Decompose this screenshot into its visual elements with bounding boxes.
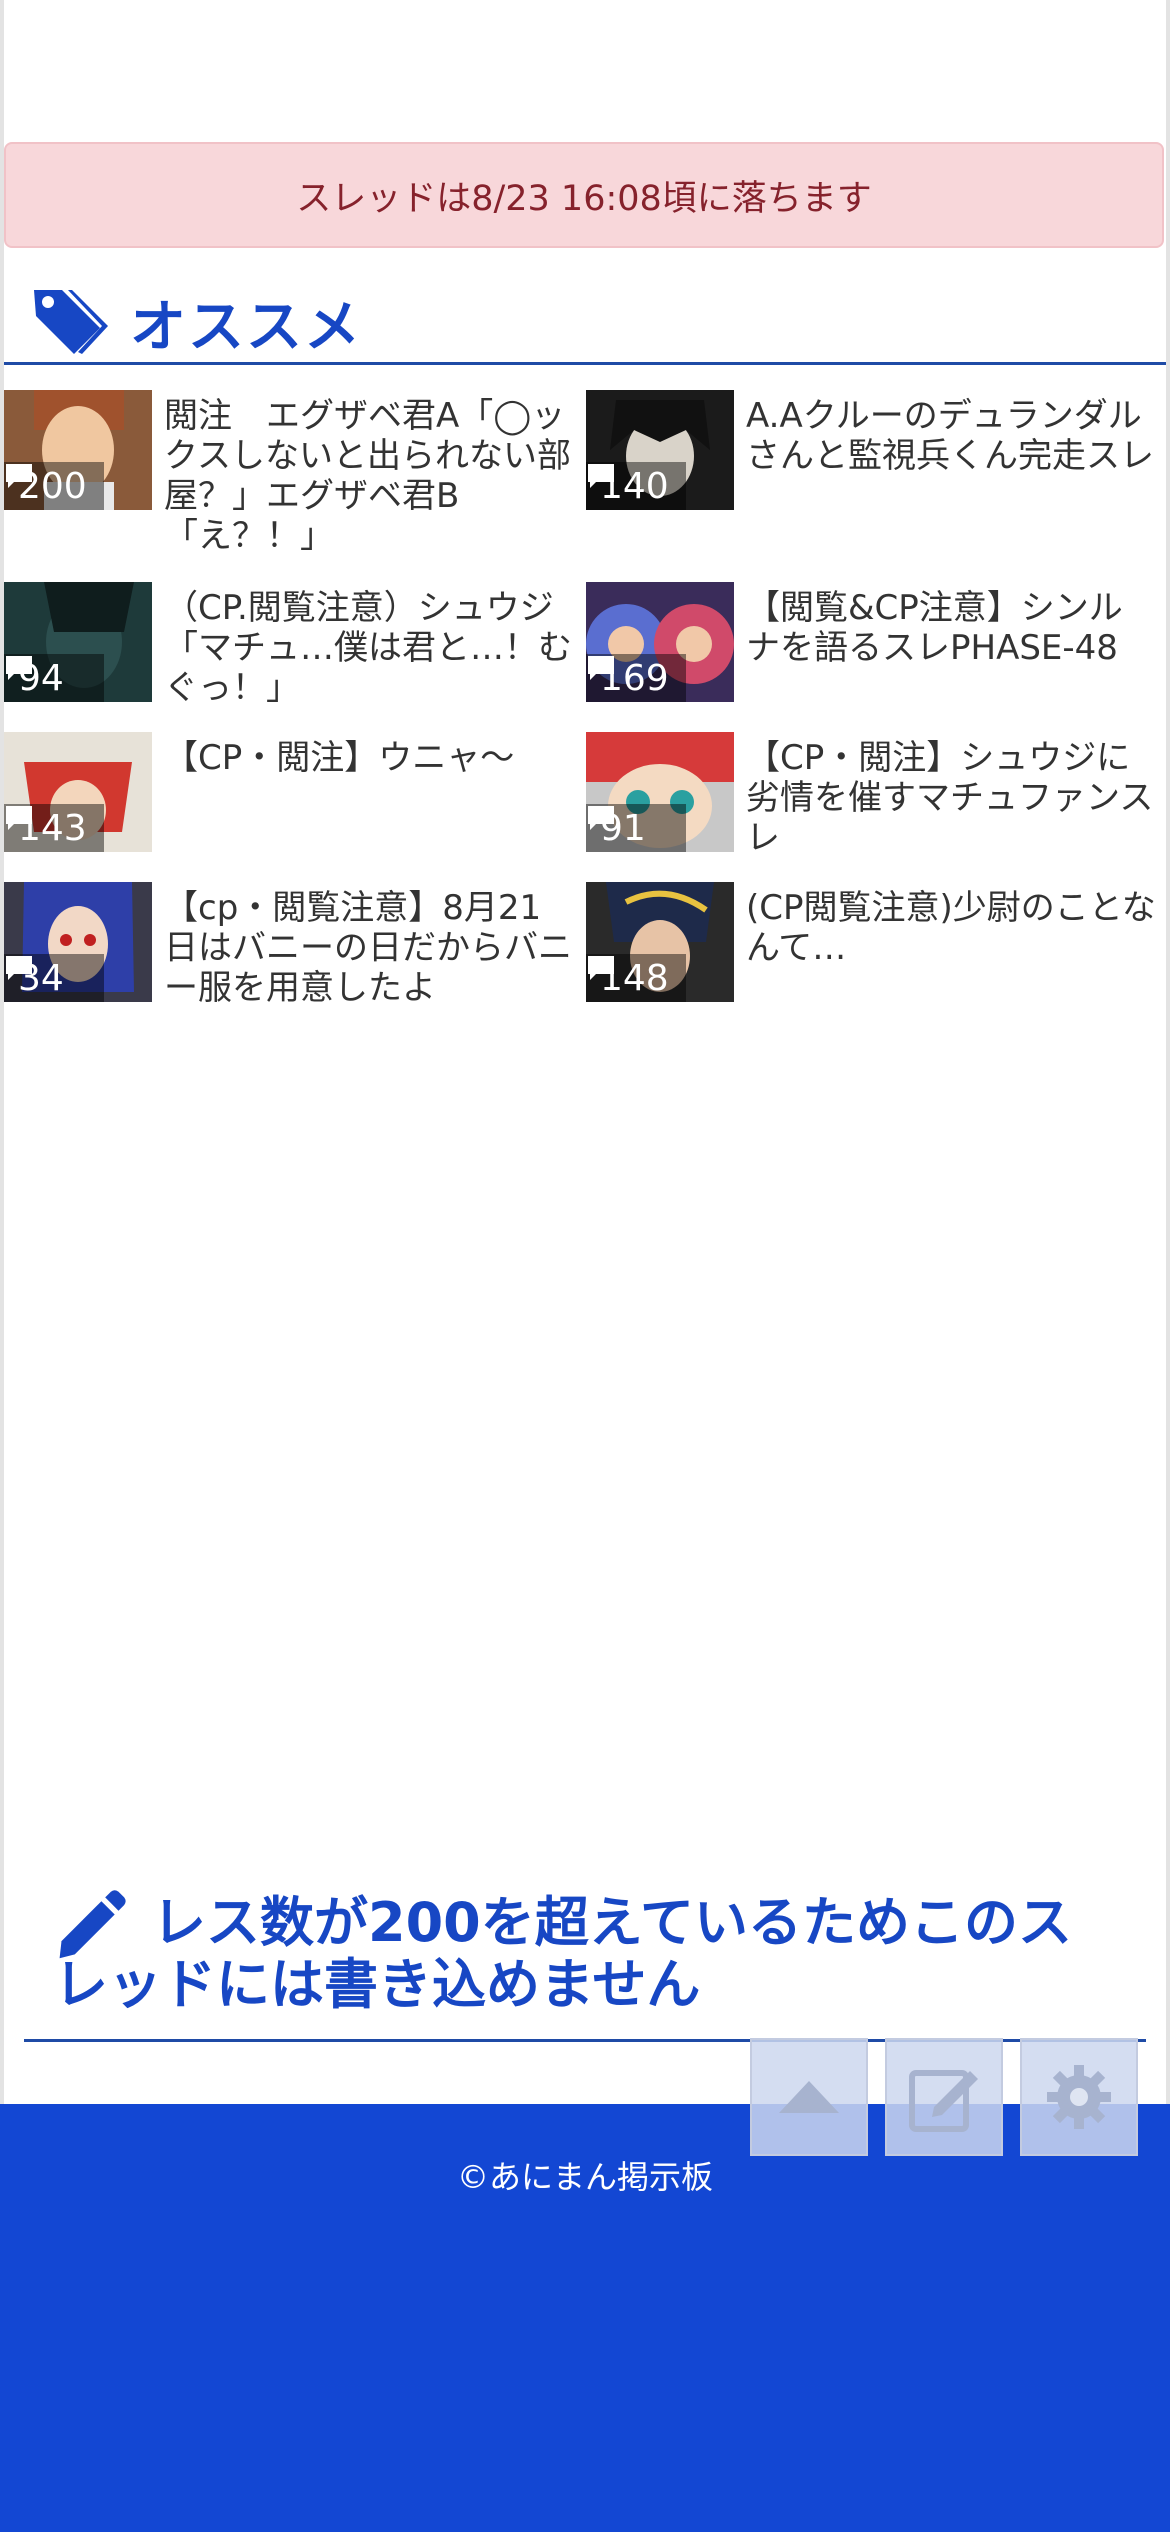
comment-count: 34 [4, 954, 104, 1002]
settings-button[interactable] [1020, 2038, 1138, 2156]
comment-count: 143 [4, 804, 104, 852]
recommend-header: オススメ [4, 282, 1166, 365]
thread-item[interactable]: 148 (CP閲覧注意)少尉のことなんて… [586, 882, 1161, 1002]
thread-thumbnail: 169 [586, 582, 734, 702]
scroll-top-button[interactable] [750, 2038, 868, 2156]
thread-thumbnail: 148 [586, 882, 734, 1002]
thread-thumbnail: 34 [4, 882, 152, 1002]
comment-count: 169 [586, 654, 686, 702]
thread-thumbnail: 91 [586, 732, 734, 852]
thread-expiry-notice: スレッドは8/23 16:08頃に落ちます [4, 142, 1164, 248]
comment-icon [6, 806, 32, 830]
page: スレッドは8/23 16:08頃に落ちます オススメ 200 閲注 エグザベ君A… [0, 0, 1170, 2532]
comment-icon [6, 464, 32, 488]
comment-count: 94 [4, 654, 104, 702]
tag-icon [34, 290, 108, 354]
thread-item[interactable]: 143 【CP・閲注】ウニャ〜 [4, 732, 579, 852]
thread-thumbnail: 94 [4, 582, 152, 702]
write-button[interactable] [885, 2038, 1003, 2156]
thread-item[interactable]: 140 A.Aクルーのデュランダルさんと監視兵くん完走スレ [586, 390, 1161, 510]
thread-item[interactable]: 34 【cp・閲覧注意】8月21日はバニーの日だからバニー服を用意したよ [4, 882, 579, 1008]
comment-count: 140 [586, 462, 686, 510]
gear-icon [1047, 2065, 1111, 2129]
comment-count: 91 [586, 804, 686, 852]
thread-item[interactable]: 169 【閲覧&CP注意】シンルナを語るスレPHASE-48 [586, 582, 1161, 702]
thread-item[interactable]: 94 （CP.閲覧注意）シュウジ「マチュ…僕は君と…！むぐっ！」 [4, 582, 579, 708]
recommend-title: オススメ [130, 294, 362, 360]
thread-title[interactable]: (CP閲覧注意)少尉のことなんて… [746, 888, 1156, 968]
thread-title[interactable]: 【cp・閲覧注意】8月21日はバニーの日だからバニー服を用意したよ [164, 888, 574, 1008]
thread-title[interactable]: 閲注 エグザベ君A「◯ックスしないと出られない部屋？」エグザベ君B「え？！」 [164, 396, 574, 556]
notice-text: スレッドは8/23 16:08頃に落ちます [296, 178, 872, 219]
cannot-post-notice: レス数が200を超えているためこのスレッドには書き込めません [24, 1880, 1146, 2042]
comment-icon [6, 656, 32, 680]
thread-title[interactable]: 【CP・閲注】ウニャ〜 [164, 738, 574, 778]
triangle-up-icon [779, 2081, 839, 2113]
comment-icon [588, 956, 614, 980]
thread-thumbnail: 143 [4, 732, 152, 852]
thread-thumbnail: 140 [586, 390, 734, 510]
thread-item[interactable]: 200 閲注 エグザベ君A「◯ックスしないと出られない部屋？」エグザベ君B「え？… [4, 390, 579, 556]
comment-count: 148 [586, 954, 686, 1002]
edit-icon [909, 2070, 978, 2132]
thread-title[interactable]: 【CP・閲注】シュウジに劣情を催すマチュファンスレ [746, 738, 1156, 858]
thread-title[interactable]: 【閲覧&CP注意】シンルナを語るスレPHASE-48 [746, 588, 1156, 668]
thread-item[interactable]: 91 【CP・閲注】シュウジに劣情を催すマチュファンスレ [586, 732, 1161, 858]
thread-thumbnail: 200 [4, 390, 152, 510]
cannot-post-message: レス数が200を超えているためこのスレッドには書き込めません [54, 1891, 1073, 2016]
comment-icon [588, 656, 614, 680]
comment-icon [588, 806, 614, 830]
comment-icon [588, 464, 614, 488]
copyright: ©あにまん掲示板 [456, 2158, 713, 2196]
comment-icon [6, 956, 32, 980]
right-border [1166, 0, 1170, 2104]
thread-title[interactable]: A.Aクルーのデュランダルさんと監視兵くん完走スレ [746, 396, 1156, 476]
comment-count: 200 [4, 462, 104, 510]
thread-title[interactable]: （CP.閲覧注意）シュウジ「マチュ…僕は君と…！むぐっ！」 [164, 588, 574, 708]
